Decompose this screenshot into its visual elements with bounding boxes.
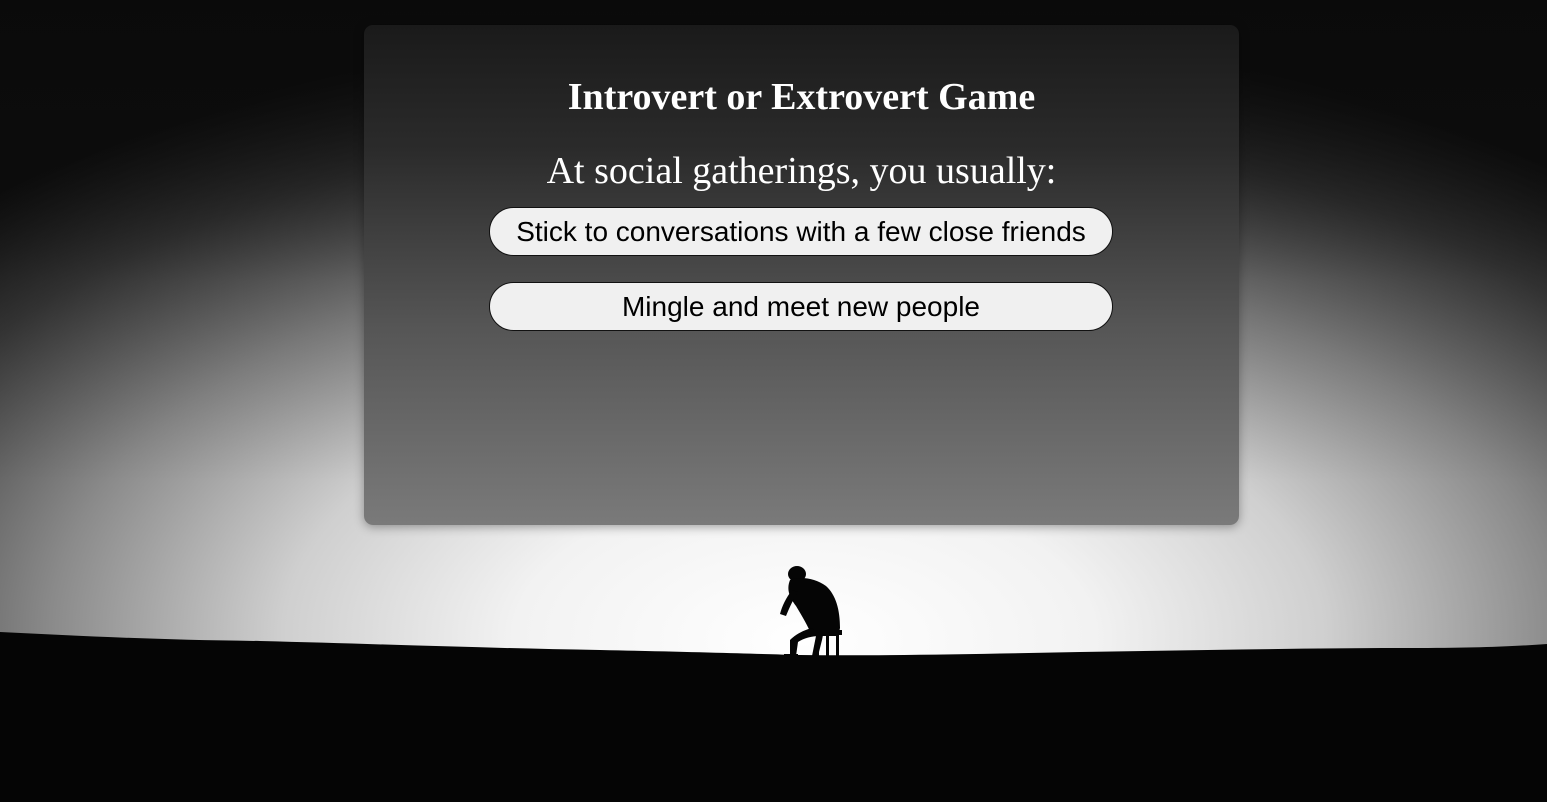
- game-title: Introvert or Extrovert Game: [567, 76, 1036, 118]
- game-card: Introvert or Extrovert Game At social ga…: [364, 25, 1239, 525]
- ground-horizon: [0, 632, 1547, 802]
- question-text: At social gatherings, you usually:: [546, 150, 1057, 192]
- answer-button-2[interactable]: Mingle and meet new people: [489, 282, 1113, 331]
- answer-button-1[interactable]: Stick to conversations with a few close …: [489, 207, 1113, 256]
